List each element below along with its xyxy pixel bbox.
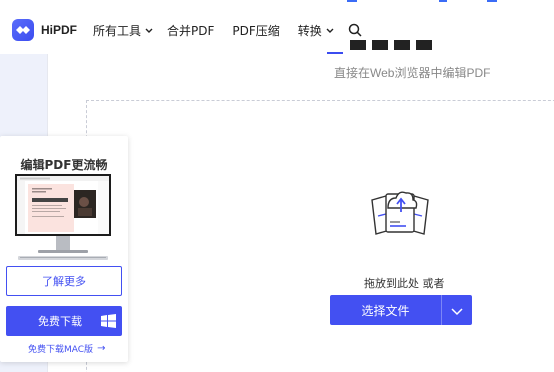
top-mark bbox=[439, 0, 447, 2]
brand-name: HiPDF bbox=[41, 23, 77, 37]
cloud-upload-icon bbox=[368, 186, 432, 242]
top-mark bbox=[347, 0, 357, 2]
chevron-down-icon bbox=[145, 23, 153, 37]
top-navbar: HiPDF 所有工具 合并PDF PDF压缩 转换 bbox=[0, 6, 554, 54]
select-file-button[interactable]: 选择文件 bbox=[330, 295, 441, 325]
top-strip bbox=[0, 0, 554, 3]
free-download-button[interactable]: 免费下载 bbox=[6, 306, 122, 336]
edit-icon bbox=[327, 44, 343, 54]
nav-merge-pdf[interactable]: 合并PDF bbox=[167, 22, 214, 39]
nav-compress-pdf[interactable]: PDF压缩 bbox=[232, 22, 279, 39]
logo[interactable]: HiPDF bbox=[12, 19, 77, 41]
nav-compress-pdf-label: PDF压缩 bbox=[232, 23, 280, 38]
mac-download-link[interactable]: 免费下载MAC版 → bbox=[28, 342, 105, 355]
page-title-partial bbox=[350, 40, 434, 54]
desktop-app-screenshot bbox=[12, 172, 114, 268]
nav-all-tools-label: 所有工具 bbox=[93, 23, 142, 38]
select-source-dropdown[interactable] bbox=[442, 295, 472, 325]
select-file-button-group: 选择文件 bbox=[330, 295, 472, 325]
nav-convert-label: 转换 bbox=[297, 23, 322, 38]
learn-more-button[interactable]: 了解更多 bbox=[6, 266, 122, 296]
chevron-down-icon bbox=[326, 23, 334, 37]
search-icon[interactable] bbox=[348, 23, 362, 37]
nav-all-tools[interactable]: 所有工具 bbox=[93, 22, 153, 39]
arrow-right-icon: → bbox=[97, 343, 106, 354]
promo-title: 编辑PDF更流畅 bbox=[20, 158, 108, 172]
nav-convert[interactable]: 转换 bbox=[298, 22, 334, 39]
free-download-label: 免费下载 bbox=[38, 315, 82, 328]
page-subtitle: 直接在Web浏览器中编辑PDF bbox=[334, 66, 491, 80]
mac-download-label: 免费下载MAC版 bbox=[28, 345, 94, 355]
file-drop-zone[interactable] bbox=[86, 100, 554, 372]
hipdf-logo-icon bbox=[12, 19, 34, 41]
nav-merge-pdf-label: 合并PDF bbox=[167, 23, 215, 38]
top-mark bbox=[487, 0, 497, 2]
chevron-down-icon bbox=[451, 301, 463, 320]
drop-instruction: 拖放到此处 或者 bbox=[364, 277, 445, 290]
windows-icon bbox=[101, 314, 116, 331]
